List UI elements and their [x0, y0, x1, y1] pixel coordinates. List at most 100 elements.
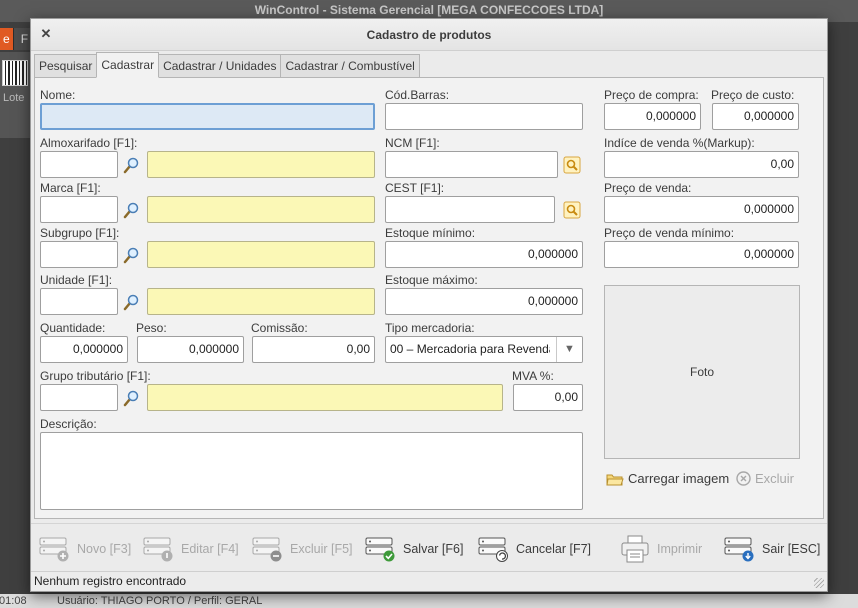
tipo-mercadoria-value: 00 – Mercadoria para Revenda: [390, 342, 550, 356]
grupo-tributario-label: Grupo tributário [F1]:: [40, 369, 151, 383]
excluir-imagem-button[interactable]: Excluir: [736, 471, 794, 486]
subgrupo-desc-field: [147, 241, 375, 268]
new-record-icon: [39, 537, 69, 562]
subgrupo-code-input[interactable]: [40, 241, 118, 268]
preco-venda-input[interactable]: 0,000000: [604, 196, 799, 223]
search-icon[interactable]: [122, 389, 140, 407]
tipo-mercadoria-select[interactable]: 00 – Mercadoria para Revenda ▼: [385, 336, 583, 363]
quantidade-label: Quantidade:: [40, 321, 106, 335]
cancelar-label: Cancelar [F7]: [516, 542, 592, 556]
editar-label: Editar [F4]: [181, 542, 239, 556]
nome-input[interactable]: [40, 103, 375, 130]
dialog-statusbar: Nenhum registro encontrado: [31, 571, 827, 591]
novo-button[interactable]: Novo [F3]: [39, 534, 131, 564]
delete-record-icon: [252, 537, 282, 562]
editar-button[interactable]: Editar [F4]: [143, 534, 239, 564]
barcode-icon[interactable]: [2, 60, 28, 86]
dialog-titlebar: ✕ Cadastro de produtos: [31, 19, 827, 51]
grupo-tributario-code-input[interactable]: [40, 384, 118, 411]
lote-label: Lote: [3, 92, 25, 104]
salvar-label: Salvar [F6]: [403, 542, 464, 556]
marca-code-input[interactable]: [40, 196, 118, 223]
preco-venda-label: Preço de venda:: [604, 181, 692, 195]
excluir-label: Excluir [F5]: [290, 542, 353, 556]
foto-area[interactable]: Foto: [604, 285, 800, 459]
preco-venda-minimo-input[interactable]: 0,000000: [604, 241, 799, 268]
imprimir-label: Imprimir: [657, 542, 703, 556]
estoque-maximo-input[interactable]: 0,000000: [385, 288, 583, 315]
search-icon[interactable]: [122, 156, 140, 174]
tipo-mercadoria-label: Tipo mercadoria:: [385, 321, 475, 335]
cest-search-icon[interactable]: [563, 201, 581, 219]
comissao-input[interactable]: 0,00: [252, 336, 375, 363]
estoque-maximo-label: Estoque máximo:: [385, 273, 478, 287]
printer-icon: [621, 535, 649, 563]
tab-pesquisar[interactable]: Pesquisar: [34, 54, 98, 78]
novo-label: Novo [F3]: [77, 542, 132, 556]
sair-button[interactable]: Sair [ESC]: [724, 534, 820, 564]
dialog-title: Cadastro de produtos: [366, 28, 492, 42]
subgrupo-label: Subgrupo [F1]:: [40, 226, 120, 240]
marca-desc-field: [147, 196, 375, 223]
cod-barras-label: Cód.Barras:: [385, 88, 450, 102]
quantidade-input[interactable]: 0,000000: [40, 336, 128, 363]
remove-circle-icon: [736, 471, 751, 486]
imprimir-button[interactable]: Imprimir: [619, 534, 702, 564]
almoxarifado-label: Almoxarifado [F1]:: [40, 136, 138, 150]
main-statusbar: :01:08 Usuário: THIAGO PORTO / Perfil: G…: [0, 594, 858, 608]
unidade-label: Unidade [F1]:: [40, 273, 113, 287]
menu-item-first[interactable]: e: [0, 28, 14, 50]
almoxarifado-code-input[interactable]: [40, 151, 118, 178]
peso-label: Peso:: [136, 321, 167, 335]
tab-cadastrar[interactable]: Cadastrar: [96, 52, 160, 78]
excluir-imagem-label: Excluir: [755, 471, 795, 486]
preco-custo-label: Preço de custo:: [711, 88, 795, 102]
folder-icon: [606, 474, 624, 485]
estoque-minimo-input[interactable]: 0,000000: [385, 241, 583, 268]
save-record-icon: [365, 537, 395, 562]
cancelar-button[interactable]: Cancelar [F7]: [478, 534, 591, 564]
carregar-imagem-button[interactable]: Carregar imagem: [606, 471, 729, 486]
ncm-search-icon[interactable]: [563, 156, 581, 174]
unidade-code-input[interactable]: [40, 288, 118, 315]
preco-compra-label: Preço de compra:: [604, 88, 699, 102]
edit-record-icon: [143, 537, 173, 562]
estoque-minimo-label: Estoque mínimo:: [385, 226, 476, 240]
marca-label: Marca [F1]:: [40, 181, 101, 195]
cancel-record-icon: [478, 537, 508, 562]
status-message: Nenhum registro encontrado: [34, 574, 187, 588]
cest-label: CEST [F1]:: [385, 181, 445, 195]
ncm-input[interactable]: [385, 151, 558, 178]
chevron-down-icon[interactable]: ▼: [556, 337, 582, 362]
cod-barras-input[interactable]: [385, 103, 583, 130]
preco-compra-input[interactable]: 0,000000: [604, 103, 701, 130]
comissao-label: Comissão:: [251, 321, 308, 335]
resize-grip[interactable]: [814, 578, 824, 588]
cest-input[interactable]: [385, 196, 555, 223]
ncm-label: NCM [F1]:: [385, 136, 440, 150]
product-dialog: ✕ Cadastro de produtos Pesquisar Cadastr…: [30, 18, 828, 592]
search-icon[interactable]: [122, 201, 140, 219]
search-icon[interactable]: [122, 246, 140, 264]
preco-custo-input[interactable]: 0,000000: [712, 103, 799, 130]
almoxarifado-desc-field: [147, 151, 375, 178]
salvar-button[interactable]: Salvar [F6]: [365, 534, 463, 564]
indice-venda-input[interactable]: 0,00: [604, 151, 799, 178]
search-icon[interactable]: [122, 293, 140, 311]
action-toolbar: Novo [F3] Editar [F4] Excluir [F5] Salva…: [31, 523, 827, 571]
peso-input[interactable]: 0,000000: [137, 336, 244, 363]
preco-venda-minimo-label: Preço de venda mínimo:: [604, 226, 735, 240]
carregar-imagem-label: Carregar imagem: [628, 471, 730, 486]
form-panel: Nome: Cód.Barras: Preço de compra: 0,000…: [34, 77, 824, 519]
grupo-tributario-desc-field: [147, 384, 503, 411]
unidade-desc-field: [147, 288, 375, 315]
indice-venda-label: Indíce de venda %(Markup):: [604, 136, 755, 150]
tab-cadastrar-unidades[interactable]: Cadastrar / Unidades: [158, 54, 282, 78]
descricao-textarea[interactable]: [40, 432, 583, 510]
nome-label: Nome:: [40, 88, 76, 102]
tab-cadastrar-combustivel[interactable]: Cadastrar / Combustível: [280, 54, 420, 78]
mva-input[interactable]: 0,00: [513, 384, 583, 411]
excluir-button[interactable]: Excluir [F5]: [252, 534, 353, 564]
sair-label: Sair [ESC]: [762, 542, 821, 556]
mva-label: MVA %:: [512, 369, 554, 383]
